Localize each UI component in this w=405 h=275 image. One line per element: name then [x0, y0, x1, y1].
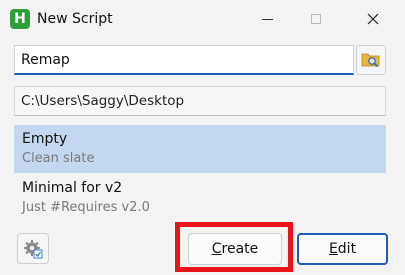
- template-description: Clean slate: [22, 151, 95, 166]
- minimize-button[interactable]: [244, 0, 290, 38]
- destination-path-field[interactable]: C:\Users\Saggy\Desktop: [14, 86, 386, 116]
- close-button[interactable]: [350, 0, 396, 38]
- create-label: reate: [221, 241, 259, 257]
- script-name-input[interactable]: [14, 45, 354, 75]
- template-name: Minimal for v2: [22, 180, 123, 196]
- edit-accelerator: E: [328, 241, 338, 257]
- window-title: New Script: [37, 11, 113, 27]
- maximize-icon: [311, 14, 321, 24]
- title-bar: H New Script: [0, 0, 405, 40]
- close-icon: [367, 13, 379, 25]
- settings-gear-icon: [24, 239, 43, 258]
- app-icon: H: [10, 9, 30, 29]
- create-button[interactable]: Create: [188, 233, 282, 265]
- edit-button[interactable]: Edit: [297, 233, 388, 265]
- minimize-icon: [261, 18, 273, 20]
- template-list: Empty Clean slate Minimal for v2 Just #R…: [14, 125, 388, 223]
- template-name: Empty: [22, 131, 68, 147]
- template-item-empty[interactable]: Empty Clean slate: [14, 125, 386, 173]
- edit-label: dit: [337, 241, 357, 257]
- settings-button[interactable]: [17, 233, 49, 264]
- folder-search-icon: [361, 53, 380, 68]
- template-description: Just #Requires v2.0: [22, 200, 150, 215]
- browse-folder-button[interactable]: [356, 45, 386, 75]
- template-item-minimal-v2[interactable]: Minimal for v2 Just #Requires v2.0: [14, 174, 386, 222]
- maximize-button[interactable]: [293, 0, 339, 38]
- new-script-dialog: H New Script C:\Users\Saggy\Desktop Empt…: [0, 0, 405, 275]
- create-accelerator: C: [211, 241, 222, 257]
